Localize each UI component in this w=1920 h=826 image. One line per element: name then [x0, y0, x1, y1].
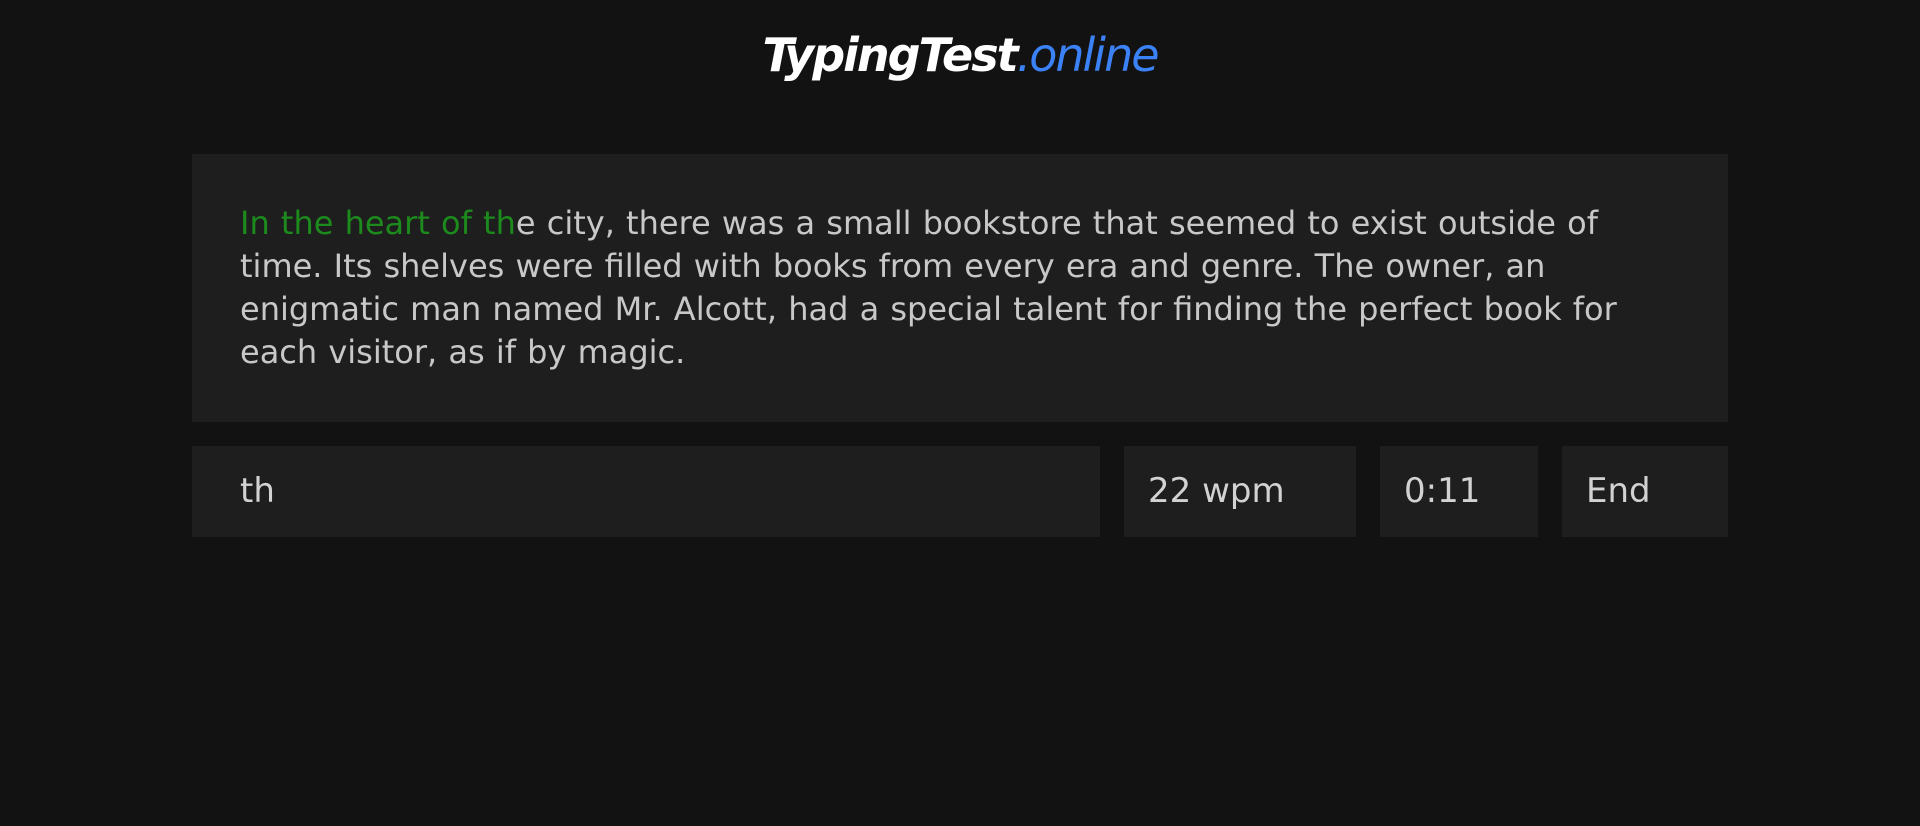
timer-display: 0:11: [1380, 446, 1538, 537]
typing-input[interactable]: [240, 446, 1060, 537]
logo-main-text: TypingTest: [762, 28, 1018, 82]
site-logo[interactable]: TypingTest.online: [0, 26, 1920, 84]
typing-input-container[interactable]: [192, 446, 1100, 537]
timer-value: 0:11: [1404, 471, 1481, 511]
wpm-value: 22 wpm: [1148, 471, 1285, 511]
end-button-label: End: [1586, 471, 1651, 511]
wpm-display: 22 wpm: [1124, 446, 1356, 537]
end-button[interactable]: End: [1562, 446, 1728, 537]
logo-tld-text: .online: [1016, 28, 1160, 82]
passage-panel: In the heart of the city, there was a sm…: [192, 154, 1728, 422]
passage-typed-text: In the heart of th: [240, 204, 516, 242]
